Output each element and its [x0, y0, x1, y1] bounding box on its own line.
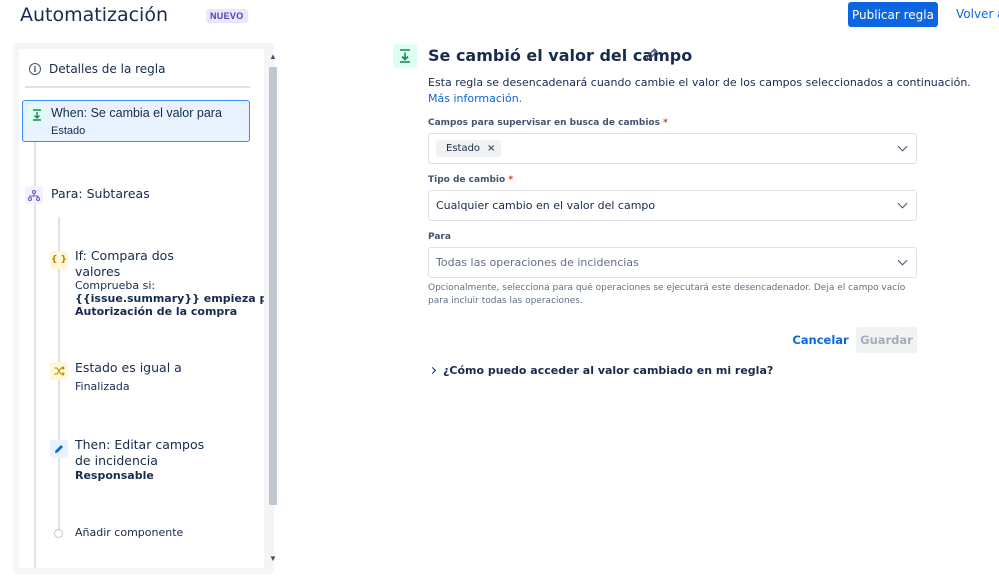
fields-label-text: Campos para supervisar en busca de cambi… — [428, 118, 660, 128]
status-condition-subtitle: Finalizada — [75, 380, 130, 393]
scroll-thumb[interactable] — [269, 67, 277, 505]
chip-label: Estado — [446, 143, 481, 154]
field-changed-icon — [28, 106, 46, 124]
fields-select[interactable]: Estado × — [428, 133, 917, 164]
save-button[interactable]: Guardar — [856, 327, 917, 353]
add-component-item[interactable]: Añadir componente — [49, 524, 249, 544]
fields-label: Campos para supervisar en busca de cambi… — [428, 118, 668, 128]
rule-components-panel: i Detalles de la regla When: Se cambia e… — [13, 43, 277, 574]
condition-detail-line2: Autorización de la compra — [75, 305, 238, 318]
rule-components-list: i Detalles de la regla When: Se cambia e… — [19, 49, 264, 568]
faq-expander[interactable]: ¿Cómo puedo acceder al valor cambiado en… — [428, 364, 774, 377]
condition-title-line2: valores — [75, 264, 121, 279]
edit-title-icon[interactable] — [645, 47, 659, 65]
status-condition-title: Estado es igual a — [75, 360, 182, 375]
add-component-label: Añadir componente — [75, 526, 184, 539]
change-type-value: Cualquier cambio en el valor del campo — [436, 199, 656, 212]
info-icon: i — [29, 63, 41, 75]
new-badge: NUEVO — [206, 9, 248, 23]
operations-select[interactable]: Todas las operaciones de incidencias — [428, 247, 917, 278]
change-type-label-text: Tipo de cambio — [428, 175, 506, 185]
action-detail: Responsable — [75, 469, 154, 482]
change-type-label: Tipo de cambio * — [428, 175, 513, 185]
condition-braces-icon: { } — [50, 251, 68, 269]
trigger-card-selected[interactable]: When: Se cambia el valor para Estado — [22, 100, 250, 142]
action-item[interactable]: Then: Editar campos de incidencia Respon… — [49, 437, 259, 485]
operations-placeholder: Todas las operaciones de incidencias — [436, 256, 639, 269]
change-type-select[interactable]: Cualquier cambio en el valor del campo — [428, 190, 917, 221]
scroll-down-icon[interactable]: ▼ — [269, 555, 277, 563]
operations-help-text: Opcionalmente, selecciona para qué opera… — [428, 283, 906, 306]
chevron-down-icon — [897, 141, 908, 152]
remove-chip-icon[interactable]: × — [487, 143, 495, 154]
required-mark: * — [508, 175, 514, 185]
publish-rule-button[interactable]: Publicar regla — [848, 2, 938, 27]
divider — [25, 86, 250, 88]
rule-details-label: Detalles de la regla — [49, 62, 166, 76]
chevron-down-icon — [897, 255, 908, 266]
condition-subtitle: Comprueba si: — [75, 279, 156, 292]
trigger-subtitle: Estado — [51, 125, 86, 137]
scrollbar[interactable]: ▲ ▼ — [267, 49, 277, 568]
status-condition-item[interactable]: Estado es igual a Finalizada — [49, 360, 259, 396]
rule-details-item[interactable]: i Detalles de la regla — [29, 59, 165, 79]
action-title-line1: Then: Editar campos — [75, 437, 205, 452]
back-link[interactable]: Volver a — [956, 7, 999, 21]
faq-label: ¿Cómo puedo acceder al valor cambiado en… — [443, 364, 774, 377]
more-info-link[interactable]: Más información. — [428, 92, 522, 105]
condition-item[interactable]: { } If: Compara dos valores Comprueba si… — [49, 248, 264, 318]
selected-field-chip: Estado × — [436, 140, 502, 157]
chevron-down-icon — [897, 198, 908, 209]
branch-icon — [25, 186, 43, 204]
add-dot-icon — [54, 529, 63, 538]
panel-description: Esta regla se desencadenará cuando cambi… — [428, 76, 971, 89]
cancel-button[interactable]: Cancelar — [792, 327, 848, 353]
condition-title-line1: If: Compara dos — [75, 248, 174, 263]
for-label: Para — [428, 232, 451, 242]
required-mark: * — [663, 118, 668, 128]
shuffle-icon — [50, 362, 68, 380]
page-title: Automatización — [20, 4, 169, 26]
trigger-title: When: Se cambia el valor para — [51, 106, 222, 120]
branch-item[interactable]: Para: Subtareas — [24, 179, 244, 209]
scroll-up-icon[interactable]: ▲ — [269, 53, 277, 61]
condition-detail-line1: {{issue.summary}} empieza por — [75, 292, 264, 305]
field-changed-icon — [393, 44, 417, 68]
chevron-right-icon — [428, 366, 437, 375]
action-title-line2: de incidencia — [75, 453, 158, 468]
branch-title: Para: Subtareas — [51, 186, 150, 201]
pencil-icon — [50, 440, 68, 458]
